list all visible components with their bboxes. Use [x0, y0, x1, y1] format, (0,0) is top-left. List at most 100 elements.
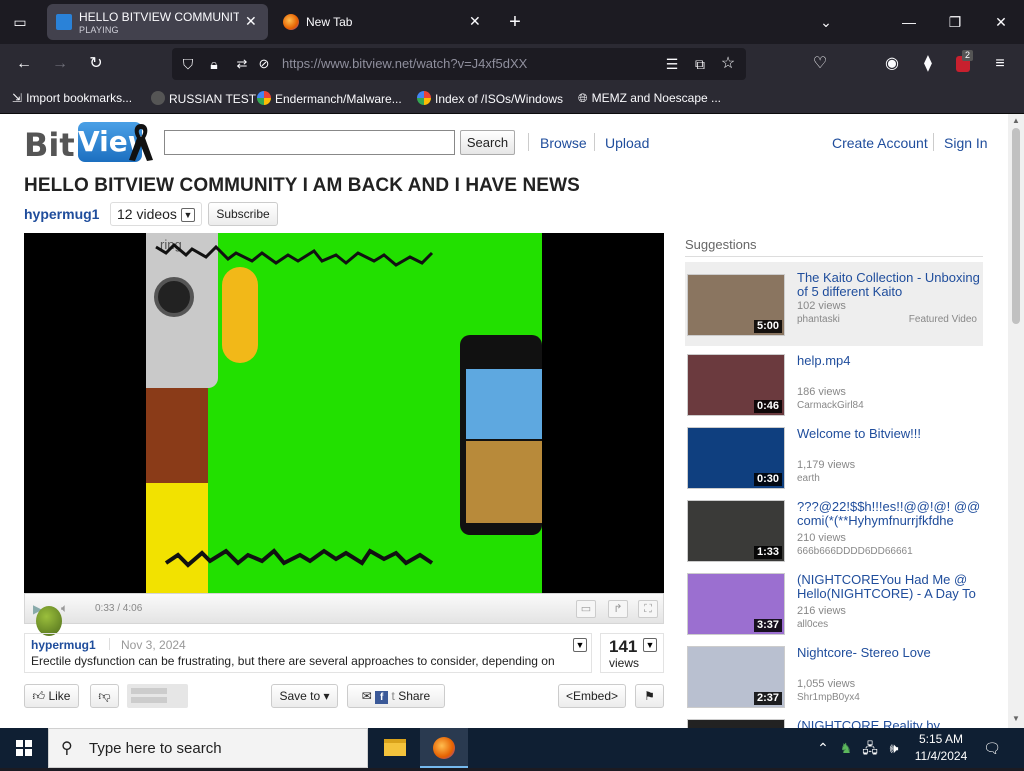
- bookmark-russian-test[interactable]: RUSSIAN TEST: [151, 91, 256, 106]
- bookmark-import[interactable]: ⇲ Import bookmarks...: [12, 91, 132, 105]
- suggestion-title[interactable]: help.mp4: [797, 354, 983, 368]
- list-tabs-chevron-icon[interactable]: ⌄: [814, 10, 838, 34]
- video-thumbnail[interactable]: 2:37: [687, 646, 785, 708]
- uploader-link[interactable]: hypermug1: [24, 206, 99, 222]
- pocket-icon[interactable]: ♡: [808, 52, 832, 76]
- suggestion-title[interactable]: Welcome to Bitview!!!: [797, 427, 983, 441]
- video-thumbnail[interactable]: 5:00: [687, 274, 785, 336]
- minimize-icon[interactable]: —: [897, 10, 921, 34]
- close-tab-icon[interactable]: ✕: [245, 13, 257, 30]
- show-hidden-icons-chevron-icon[interactable]: ⌃: [813, 738, 833, 758]
- expand-description-icon[interactable]: ▼: [573, 638, 587, 652]
- volume-icon[interactable]: 🔈︎: [61, 601, 68, 616]
- notifications-icon[interactable]: 🗨︎: [982, 738, 1002, 758]
- close-window-icon[interactable]: ✕: [989, 10, 1013, 34]
- suggestion-user[interactable]: 666b666DDDD6DD66661: [797, 546, 913, 557]
- upload-link[interactable]: Upload: [605, 135, 649, 151]
- tab-new-tab[interactable]: New Tab ✕: [274, 4, 492, 40]
- account-icon[interactable]: ◉: [880, 52, 904, 76]
- share-arrow-icon[interactable]: ↱: [608, 600, 628, 618]
- bookmark-memz[interactable]: 🌐︎ MEMZ and Noescape ...: [578, 91, 721, 106]
- url-text[interactable]: https://www.bitview.net/watch?v=J4xf5dXX: [282, 56, 527, 71]
- suggestion-item[interactable]: (NIGHTCORE Reality by: [685, 713, 983, 728]
- suggestion-title[interactable]: The Kaito Collection - Unboxing of 5 dif…: [797, 271, 983, 299]
- video-info-box: hypermug1 Nov 3, 2024 Erectile dysfuncti…: [24, 633, 592, 673]
- file-explorer-taskbar-button[interactable]: [372, 728, 420, 768]
- save-to-button[interactable]: Save to ▾: [271, 684, 338, 708]
- video-thumbnail[interactable]: 1:33: [687, 500, 785, 562]
- reload-icon[interactable]: ↻: [84, 52, 108, 76]
- suggestion-item[interactable]: 0:46 help.mp4 186 views CarmackGirl84: [685, 348, 983, 418]
- bookmark-isos[interactable]: Index of /ISOs/Windows: [417, 91, 563, 106]
- suggestion-user[interactable]: phantaski: [797, 314, 840, 325]
- volume-tray-icon[interactable]: 🕪︎: [884, 738, 904, 758]
- suggestion-title[interactable]: ???@22!$$h!!!es!!@@!@! @@comi(*(**Hyhymf…: [797, 500, 983, 528]
- video-thumbnail[interactable]: [687, 719, 785, 728]
- firefox-taskbar-button[interactable]: [420, 728, 468, 768]
- suggestion-item[interactable]: 5:00 The Kaito Collection - Unboxing of …: [685, 262, 983, 346]
- suggestion-user[interactable]: all0ces: [797, 619, 828, 630]
- featured-badge: Featured Video: [908, 314, 977, 325]
- picture-in-picture-icon[interactable]: ⧉: [688, 52, 712, 76]
- theater-mode-icon[interactable]: ▭: [576, 600, 596, 618]
- video-count-dropdown[interactable]: 12 videos ▼: [110, 202, 202, 226]
- fullscreen-icon[interactable]: ⛶: [638, 600, 658, 618]
- close-tab-icon[interactable]: ✕: [469, 13, 481, 30]
- network-icon[interactable]: 🖧︎: [860, 738, 880, 758]
- menu-icon[interactable]: ≡: [988, 52, 1012, 76]
- page-scrollbar[interactable]: ▲ ▼: [1008, 114, 1024, 728]
- flag-button[interactable]: ⚑: [635, 684, 664, 708]
- permissions-icon[interactable]: ⇄: [230, 52, 254, 76]
- suggestion-user[interactable]: CarmackGirl84: [797, 400, 864, 411]
- shield-icon[interactable]: ⛉: [176, 52, 200, 76]
- video-player[interactable]: ring: [24, 233, 664, 593]
- video-thumbnail[interactable]: 0:46: [687, 354, 785, 416]
- forward-arrow-icon[interactable]: →: [48, 52, 72, 76]
- start-button[interactable]: [0, 728, 48, 768]
- suggestion-title[interactable]: (NIGHTCOREYou Had Me @ Hello(NIGHTCORE) …: [797, 573, 983, 601]
- video-thumbnail[interactable]: 3:37: [687, 573, 785, 635]
- system-clock[interactable]: 5:15 AM 11/4/2024: [906, 731, 976, 765]
- address-bar[interactable]: ⛉ 🔒︎ ⇄ ⊘ https://www.bitview.net/watch?v…: [172, 48, 746, 80]
- stats-dropdown-icon[interactable]: ▼: [643, 638, 657, 652]
- reader-view-icon[interactable]: ☰: [660, 52, 684, 76]
- suggestion-item[interactable]: 2:37 Nightcore- Stereo Love 1,055 views …: [685, 640, 983, 710]
- back-arrow-icon[interactable]: ←: [12, 52, 36, 76]
- scrollbar-thumb[interactable]: [1012, 128, 1020, 324]
- scroll-down-icon[interactable]: ▼: [1012, 714, 1020, 723]
- autoplay-blocked-icon[interactable]: ⊘: [252, 52, 276, 76]
- search-input[interactable]: [164, 130, 455, 155]
- suggestion-title[interactable]: (NIGHTCORE Reality by: [797, 719, 983, 729]
- suggestion-item[interactable]: 1:33 ???@22!$$h!!!es!!@@!@! @@comi(*(**H…: [685, 494, 983, 564]
- embed-button[interactable]: <Embed>: [558, 684, 626, 708]
- lock-icon[interactable]: 🔒︎: [202, 52, 226, 76]
- duration-badge: 2:37: [753, 692, 782, 705]
- uploader-link[interactable]: hypermug1: [31, 638, 96, 652]
- taskbar-search-box[interactable]: ⚲ Type here to search: [48, 728, 368, 768]
- suggestion-user[interactable]: earth: [797, 473, 820, 484]
- app-tray-icon[interactable]: ♞: [836, 738, 856, 758]
- browse-link[interactable]: Browse: [540, 135, 587, 151]
- restore-icon[interactable]: ❐: [943, 10, 967, 34]
- new-tab-button[interactable]: +: [503, 10, 527, 34]
- extensions-icon[interactable]: ⧫: [916, 52, 940, 76]
- search-button[interactable]: Search: [460, 130, 515, 155]
- dislike-button[interactable]: 👎︎: [90, 684, 119, 708]
- sign-in-link[interactable]: Sign In: [944, 135, 988, 151]
- bookmarks-toolbar: ⇲ Import bookmarks... RUSSIAN TEST Enderm…: [0, 84, 1024, 114]
- scroll-up-icon[interactable]: ▲: [1012, 116, 1020, 125]
- create-account-link[interactable]: Create Account: [832, 135, 928, 151]
- suggestion-user[interactable]: Shr1mpB0yx4: [797, 692, 860, 703]
- suggestion-title[interactable]: Nightcore- Stereo Love: [797, 646, 983, 660]
- suggestion-item[interactable]: 3:37 (NIGHTCOREYou Had Me @ Hello(NIGHTC…: [685, 567, 983, 637]
- tab-overview-icon[interactable]: ▭: [8, 10, 32, 34]
- tab-bitview[interactable]: HELLO BITVIEW COMMUNITY I PLAYING ✕: [47, 4, 268, 40]
- bookmark-star-icon[interactable]: ☆: [716, 52, 740, 76]
- suggestion-item[interactable]: 0:30 Welcome to Bitview!!! 1,179 views e…: [685, 421, 983, 491]
- bookmark-endermanch[interactable]: Endermanch/Malware...: [257, 91, 402, 106]
- share-button[interactable]: ✉ f t Share: [347, 684, 445, 708]
- uploader-avatar[interactable]: [36, 606, 62, 636]
- video-thumbnail[interactable]: 0:30: [687, 427, 785, 489]
- subscribe-button[interactable]: Subscribe: [208, 202, 278, 226]
- like-button[interactable]: 👍︎ Like: [24, 684, 79, 708]
